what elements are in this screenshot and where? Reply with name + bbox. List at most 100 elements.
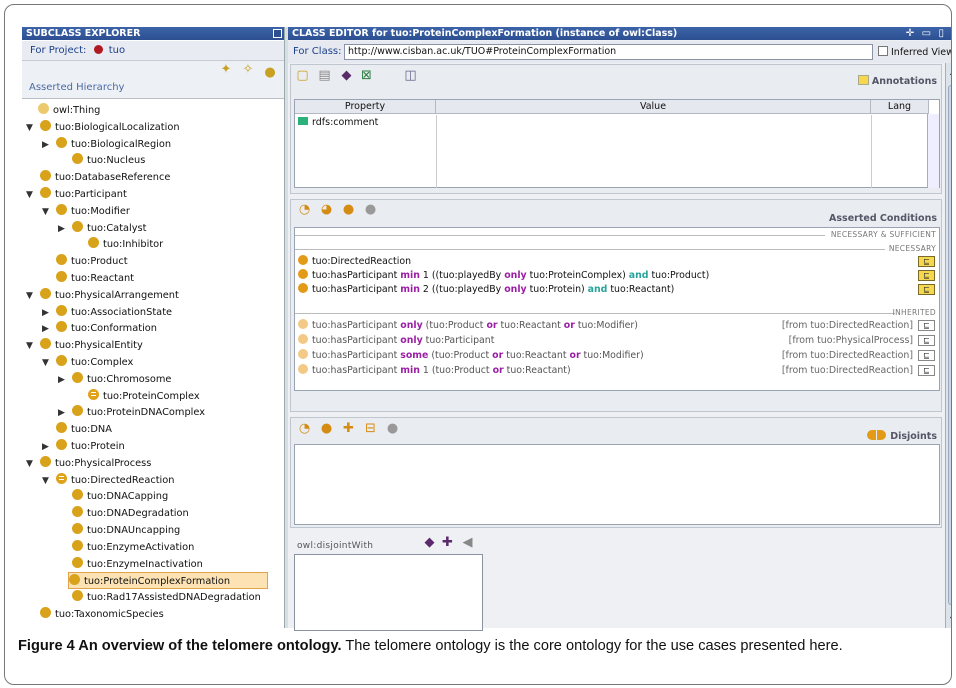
add-datatype-icon[interactable]: ▤ [317, 69, 332, 83]
condition-edit-button[interactable]: ⊑ [918, 350, 935, 361]
class-url-field[interactable]: http://www.cisban.ac.uk/TUO#ProteinCompl… [344, 44, 873, 60]
condition-edit-button[interactable]: ⊑ [918, 335, 935, 346]
remove-condition-icon[interactable]: ● [363, 203, 378, 217]
add-all-siblings-icon[interactable]: ✚ [341, 422, 356, 436]
tree-item[interactable]: tuo:Product [42, 253, 128, 270]
scroll-up-icon[interactable]: ▲ [950, 67, 951, 76]
tree-item[interactable]: ▼ tuo:Modifier [42, 203, 130, 220]
add-disjoint-value-icon[interactable]: ✚ [440, 536, 455, 550]
tree-item[interactable]: tuo:ProteinComplexFormation [68, 572, 268, 590]
add-expression-icon[interactable]: ◔ [297, 422, 312, 436]
create-subclass-icon[interactable]: ✦ [218, 63, 234, 77]
tree-item[interactable]: ▶ tuo:Catalyst [58, 220, 147, 237]
tree-item[interactable]: ▶ tuo:BiologicalRegion [42, 136, 171, 153]
remove-all-siblings-icon[interactable]: ⊟ [363, 422, 378, 436]
tree-item[interactable]: tuo:DNACapping [58, 488, 168, 505]
class-icon [56, 136, 67, 148]
tree-item[interactable]: ▶ tuo:AssociationState [42, 304, 172, 321]
tree-item[interactable]: ▶ tuo:ProteinDNAComplex [58, 404, 205, 421]
add-class-icon[interactable]: ● [319, 422, 334, 436]
condition-text: tuo:hasParticipant [312, 350, 401, 361]
expand-icon[interactable]: ▶ [42, 439, 56, 456]
condition-edit-button[interactable]: ⊑ [918, 320, 935, 331]
tree-item[interactable]: tuo:DNA [42, 421, 112, 438]
tree-item[interactable]: tuo:DatabaseReference [26, 169, 170, 186]
add-named-class-icon[interactable]: ● [341, 203, 356, 217]
tree-item[interactable]: tuo:DNAUncapping [58, 522, 180, 539]
expand-icon[interactable]: ▶ [42, 305, 56, 322]
condition-row[interactable]: tuo:hasParticipant only (tuo:Product or … [298, 319, 638, 333]
create-expression-icon[interactable]: ◕ [319, 203, 334, 217]
tree-item[interactable]: tuo:DNADegradation [58, 505, 189, 522]
delete-class-icon[interactable]: ● [262, 66, 278, 80]
add-annotation-icon[interactable]: ▢ [295, 69, 310, 83]
tree-item[interactable]: ▼ tuo:PhysicalProcess [26, 455, 151, 472]
condition-row[interactable]: tuo:hasParticipant some (tuo:Product or … [298, 349, 644, 363]
condition-edit-button[interactable]: ⊑ [918, 270, 935, 281]
tree-item[interactable]: tuo:EnzymeActivation [58, 539, 194, 556]
collapse-icon[interactable]: ▼ [26, 338, 40, 355]
class-icon [40, 455, 51, 467]
expand-icon[interactable]: ▶ [42, 321, 56, 338]
remove-disjoint-value-icon[interactable]: ◀ [460, 536, 475, 550]
expand-icon[interactable]: ▶ [42, 137, 56, 154]
scrollbar-thumb[interactable] [948, 85, 951, 605]
condition-text: tuo:Reactant) [503, 365, 571, 376]
maximize-icon[interactable] [273, 29, 282, 38]
expand-icon[interactable]: ▶ [58, 405, 72, 422]
collapse-icon[interactable]: ▼ [26, 187, 40, 204]
annotation-property: rdfs:comment [312, 117, 379, 128]
condition-edit-button[interactable]: ⊑ [918, 365, 935, 376]
tree-item[interactable]: ▼ tuo:DirectedReaction [42, 472, 174, 489]
tree-item[interactable]: ▶ tuo:Conformation [42, 320, 157, 337]
condition-row[interactable]: tuo:hasParticipant min 2 ((tuo:playedBy … [298, 283, 674, 297]
expand-icon[interactable]: ▶ [58, 221, 72, 238]
condition-text: 1 (tuo:Product [419, 365, 493, 376]
collapse-icon[interactable]: ▼ [26, 288, 40, 305]
create-sibling-class-icon[interactable]: ✧ [240, 63, 256, 77]
collapse-icon[interactable]: ▼ [42, 355, 56, 372]
tree-item[interactable]: tuo:EnzymeInactivation [58, 556, 203, 573]
tree-item[interactable]: ▼ tuo:BiologicalLocalization [26, 119, 180, 136]
collapse-icon[interactable]: ▼ [26, 120, 40, 137]
annotation-row[interactable]: rdfs:comment [298, 115, 435, 131]
collapse-icon[interactable]: ▼ [42, 473, 56, 490]
tree-item[interactable]: tuo:Reactant [42, 270, 134, 287]
tree-item[interactable]: ▶ tuo:Protein [42, 438, 125, 455]
condition-row[interactable]: tuo:hasParticipant min 1 (tuo:Product or… [298, 364, 571, 378]
create-property-icon[interactable]: ◆ [339, 69, 354, 83]
collapse-icon[interactable]: ▼ [26, 456, 40, 473]
tree-item[interactable]: tuo:TaxonomicSpecies [26, 606, 164, 623]
inferred-view-toggle[interactable]: Inferred View [878, 46, 951, 58]
condition-row[interactable]: tuo:hasParticipant min 1 ((tuo:playedBy … [298, 269, 709, 283]
tree-item[interactable]: tuo:Nucleus [58, 152, 145, 169]
scroll-down-icon[interactable]: ▼ [950, 615, 951, 624]
condition-row[interactable]: tuo:hasParticipant only tuo:Participant [298, 334, 494, 348]
create-restriction-icon[interactable]: ◔ [297, 203, 312, 217]
table-scrollbar[interactable] [927, 114, 939, 188]
condition-edit-button[interactable]: ⊑ [918, 256, 935, 267]
add-disjoint-property-icon[interactable]: ◆ [422, 536, 437, 550]
remove-disjoint-icon[interactable]: ● [385, 422, 400, 436]
tree-item[interactable]: tuo:Inhibitor [74, 236, 163, 253]
window-controls-icon[interactable]: ✛ ▭ ▯ ▯ [906, 27, 951, 40]
expand-icon[interactable]: ▶ [58, 372, 72, 389]
tree-item[interactable]: ▼ tuo:PhysicalArrangement [26, 287, 179, 304]
condition-text: tuo:hasParticipant [312, 335, 401, 346]
tree-item[interactable]: ▼ tuo:Participant [26, 186, 127, 203]
tree-item[interactable]: owl:Thing [24, 102, 100, 119]
condition-row[interactable]: tuo:DirectedReaction [298, 255, 411, 269]
disjoint-with-list[interactable] [294, 554, 483, 631]
tree-item[interactable]: ▼ tuo:Complex [42, 354, 133, 371]
collapse-icon[interactable]: ▼ [42, 204, 56, 221]
condition-edit-button[interactable]: ⊑ [918, 284, 935, 295]
disjoints-icon [867, 430, 877, 440]
tree-item[interactable]: tuo:Rad17AssistedDNADegradation [58, 589, 261, 606]
tree-item[interactable]: tuo:ProteinComplex [74, 388, 200, 405]
tree-item[interactable]: ▼ tuo:PhysicalEntity [26, 337, 143, 354]
tree-item[interactable]: ▶ tuo:Chromosome [58, 371, 171, 388]
editor-scrollbar[interactable]: ▲ ▼ [945, 63, 951, 628]
panel-icon[interactable]: ◫ [403, 69, 418, 83]
delete-annotation-icon[interactable]: ⊠ [359, 69, 374, 83]
inferred-view-checkbox[interactable] [878, 46, 888, 56]
